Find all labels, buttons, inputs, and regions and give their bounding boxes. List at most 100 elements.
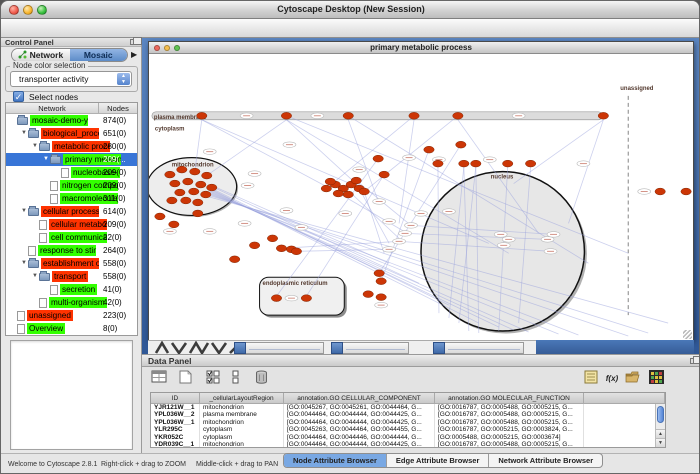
network-node[interactable] bbox=[167, 197, 177, 204]
network-node[interactable] bbox=[190, 168, 200, 175]
float-panel-icon[interactable] bbox=[690, 358, 697, 364]
select-attributes-icon[interactable] bbox=[206, 370, 224, 388]
network-node[interactable] bbox=[351, 177, 361, 184]
tree-row[interactable]: mosaic-demo-yeast874(0) bbox=[6, 114, 137, 127]
table-scrollbar[interactable]: ▲ ▼ bbox=[655, 404, 665, 447]
table-row[interactable]: YKR052Ccytoplasm[GO:0044464, GO:0044446,… bbox=[151, 434, 665, 441]
network-node[interactable] bbox=[196, 181, 206, 188]
network-node[interactable] bbox=[681, 188, 691, 195]
table-row[interactable]: YJR121W__1mitochondrion[GO:0045267, GO:0… bbox=[151, 404, 665, 411]
tab-network[interactable]: Network bbox=[12, 49, 70, 61]
network-node[interactable] bbox=[359, 188, 369, 195]
minimized-window[interactable] bbox=[433, 342, 524, 354]
create-attribute-icon[interactable] bbox=[179, 370, 197, 388]
network-edge[interactable] bbox=[568, 120, 603, 224]
tree-row[interactable]: ▼primary metabo209(... bbox=[6, 153, 137, 166]
network-node[interactable] bbox=[333, 190, 343, 197]
network-node[interactable] bbox=[207, 184, 217, 191]
more-tabs-icon[interactable]: ▶ bbox=[131, 50, 137, 59]
network-node[interactable] bbox=[459, 160, 469, 167]
network-node[interactable] bbox=[267, 235, 277, 242]
unselect-attributes-icon[interactable] bbox=[232, 370, 250, 388]
network-node[interactable] bbox=[456, 141, 466, 148]
expand-arrow-icon[interactable]: ▼ bbox=[20, 127, 28, 140]
tree-row[interactable]: nucleobase-209(0) bbox=[6, 166, 137, 179]
network-node[interactable] bbox=[197, 112, 207, 119]
expand-arrow-icon[interactable]: ▼ bbox=[42, 153, 50, 166]
network-node[interactable] bbox=[379, 171, 389, 178]
tree-row[interactable]: multi-organism pro42(0) bbox=[6, 296, 137, 309]
table-row[interactable]: YPL036W__1mitochondrion[GO:0044464, GO:0… bbox=[151, 419, 665, 426]
network-node[interactable] bbox=[376, 294, 386, 301]
network-node[interactable] bbox=[376, 278, 386, 285]
table-row[interactable]: YLR295Ccytoplasm[GO:0045263, GO:0044464,… bbox=[151, 426, 665, 433]
tree-col-nodes[interactable]: Nodes bbox=[99, 103, 137, 113]
matrix-icon[interactable] bbox=[649, 370, 667, 388]
minimize-window-icon[interactable] bbox=[23, 5, 33, 15]
expand-arrow-icon[interactable]: ▼ bbox=[31, 270, 39, 283]
tab-edge-attribute-browser[interactable]: Edge Attribute Browser bbox=[387, 454, 489, 467]
network-node[interactable] bbox=[201, 191, 211, 198]
network-node[interactable] bbox=[202, 172, 212, 179]
zoom-window-icon[interactable] bbox=[37, 5, 47, 15]
network-node[interactable] bbox=[291, 248, 301, 255]
tree-row[interactable]: ▼transport558(0) bbox=[6, 270, 137, 283]
network-node[interactable] bbox=[183, 178, 193, 185]
node-color-dropdown[interactable]: transporter activity ▲▼ bbox=[10, 71, 132, 87]
network-node[interactable] bbox=[301, 295, 311, 302]
network-node[interactable] bbox=[193, 210, 203, 217]
network-edge[interactable] bbox=[364, 116, 458, 192]
expand-arrow-icon[interactable]: ▼ bbox=[31, 140, 39, 153]
network-edge[interactable] bbox=[326, 116, 414, 189]
network-node[interactable] bbox=[433, 160, 443, 167]
network-edge[interactable] bbox=[286, 120, 359, 187]
network-edge[interactable] bbox=[514, 120, 604, 184]
load-attributes-icon[interactable] bbox=[625, 370, 643, 388]
tree-row[interactable]: nitrogen compo209(0) bbox=[6, 179, 137, 192]
network-node[interactable] bbox=[281, 112, 291, 119]
network-node[interactable] bbox=[155, 213, 165, 220]
scroll-up-icon[interactable]: ▲ bbox=[656, 429, 665, 438]
float-panel-icon[interactable] bbox=[130, 39, 137, 45]
network-node[interactable] bbox=[343, 112, 353, 119]
resize-grip[interactable] bbox=[683, 330, 692, 339]
network-node[interactable] bbox=[424, 146, 434, 153]
network-canvas[interactable]: plasma membranecytoplasmmitochondrionnuc… bbox=[149, 54, 693, 340]
network-zoom-icon[interactable] bbox=[174, 45, 180, 51]
network-node[interactable] bbox=[181, 197, 191, 204]
network-minimize-icon[interactable] bbox=[164, 45, 170, 51]
expand-arrow-icon[interactable]: ▼ bbox=[20, 257, 28, 270]
network-node[interactable] bbox=[343, 191, 353, 198]
scrollbar-thumb[interactable] bbox=[657, 406, 664, 423]
tree-row[interactable]: cell communicat22(0) bbox=[6, 231, 137, 244]
network-node[interactable] bbox=[598, 112, 608, 119]
network-window-titlebar[interactable]: primary metabolic process bbox=[149, 42, 693, 54]
network-node[interactable] bbox=[276, 245, 286, 252]
tree-row[interactable]: ▼cellular process614(0) bbox=[6, 205, 137, 218]
network-node[interactable] bbox=[409, 112, 419, 119]
table-column-header[interactable]: ID bbox=[151, 393, 200, 403]
table-row[interactable]: YDR039C__1mitochondrion[GO:0044464, GO:0… bbox=[151, 441, 665, 448]
network-node[interactable] bbox=[169, 221, 179, 228]
tab-node-attribute-browser[interactable]: Node Attribute Browser bbox=[284, 454, 387, 467]
tree-row[interactable]: macromolecule311(0) bbox=[6, 192, 137, 205]
network-node[interactable] bbox=[321, 185, 331, 192]
attribute-table-icon[interactable] bbox=[151, 370, 169, 388]
dropdown-stepper-icon[interactable]: ▲▼ bbox=[117, 73, 130, 85]
tree-row[interactable]: ▼establishment of lo558(0) bbox=[6, 257, 137, 270]
network-node[interactable] bbox=[229, 256, 239, 263]
tree-row[interactable]: ▼biological_process651(0) bbox=[6, 127, 137, 140]
tree-col-network[interactable]: Network bbox=[6, 103, 99, 113]
table-column-header[interactable]: _cellularLayoutRegion bbox=[200, 393, 284, 403]
scroll-down-icon[interactable]: ▼ bbox=[656, 438, 665, 447]
network-node[interactable] bbox=[165, 171, 175, 178]
network-edge[interactable] bbox=[359, 189, 389, 244]
attribute-list-icon[interactable] bbox=[584, 370, 602, 388]
network-node[interactable] bbox=[453, 112, 463, 119]
network-edge[interactable] bbox=[212, 187, 419, 284]
tab-network-attribute-browser[interactable]: Network Attribute Browser bbox=[489, 454, 602, 467]
network-node[interactable] bbox=[363, 291, 373, 298]
network-node[interactable] bbox=[249, 242, 259, 249]
tree-row[interactable]: Overview8(0) bbox=[6, 322, 137, 335]
network-edge[interactable] bbox=[349, 192, 399, 239]
